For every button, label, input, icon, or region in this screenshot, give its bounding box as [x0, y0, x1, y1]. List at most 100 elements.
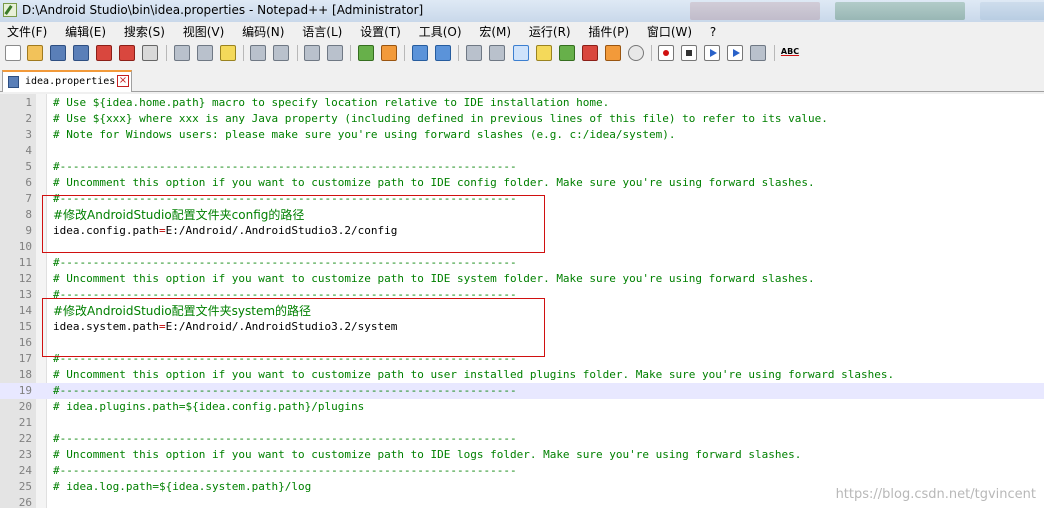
close-file-icon[interactable]	[96, 45, 112, 61]
word-wrap-icon[interactable]	[466, 45, 482, 61]
open-file-icon[interactable]	[27, 45, 43, 61]
function-list-icon[interactable]	[582, 45, 598, 61]
macro-play-icon[interactable]	[704, 45, 720, 61]
line-number: 9	[25, 224, 32, 237]
menu-macro[interactable]: 宏(M)	[472, 22, 518, 42]
cut-icon[interactable]	[174, 45, 190, 61]
toolbar-separator	[458, 45, 459, 61]
toolbar-separator	[297, 45, 298, 61]
menu-settings[interactable]: 设置(T)	[353, 22, 408, 42]
watermark: https://blog.csdn.net/tgvincent	[835, 487, 1036, 502]
code-line[interactable]: 16	[0, 335, 1044, 351]
sync-horizontal-scroll-icon[interactable]	[435, 45, 451, 61]
code-line[interactable]: 9 idea.config.path=E:/Android/.AndroidStu…	[0, 223, 1044, 239]
code-line[interactable]: 21	[0, 415, 1044, 431]
new-file-icon[interactable]	[5, 45, 21, 61]
code-line[interactable]: 1 # Use ${idea.home.path} macro to specif…	[0, 95, 1044, 111]
saved-file-icon	[8, 76, 19, 88]
line-text: # Use ${xxx} where xxx is any Java prope…	[53, 112, 828, 125]
save-all-icon[interactable]	[73, 45, 89, 61]
menu-encoding[interactable]: 编码(N)	[235, 22, 291, 42]
code-line[interactable]: 14 #修改AndroidStudio配置文件夹system的路径	[0, 303, 1044, 319]
folder-as-workspace-icon[interactable]	[605, 45, 621, 61]
print-icon[interactable]	[142, 45, 158, 61]
toolbar-separator	[404, 45, 405, 61]
macro-save-icon[interactable]	[750, 45, 766, 61]
toolbar-separator	[774, 45, 775, 61]
property-key: idea.system.path	[53, 320, 159, 333]
line-number: 22	[18, 432, 32, 445]
code-line[interactable]: 18 # Uncomment this option if you want to…	[0, 367, 1044, 383]
code-line[interactable]: 7 #--------------------------------------…	[0, 191, 1044, 207]
line-number: 16	[18, 336, 32, 349]
macro-record-icon[interactable]	[658, 45, 674, 61]
code-line[interactable]: 2 # Use ${xxx} where xxx is any Java prop…	[0, 111, 1044, 127]
line-text: #---------------------------------------…	[53, 256, 517, 269]
code-line[interactable]: 5 #--------------------------------------…	[0, 159, 1044, 175]
zoom-out-icon[interactable]	[381, 45, 397, 61]
menu-window[interactable]: 窗口(W)	[640, 22, 699, 42]
line-number: 6	[25, 176, 32, 189]
code-line[interactable]: 12 # Uncomment this option if you want to…	[0, 271, 1044, 287]
assignment-operator: =	[158, 224, 166, 237]
document-map-icon[interactable]	[559, 45, 575, 61]
paste-icon[interactable]	[220, 45, 236, 61]
line-number: 25	[18, 480, 32, 493]
undo-icon[interactable]	[250, 45, 266, 61]
line-text: # Uncomment this option if you want to c…	[53, 448, 802, 461]
code-line[interactable]: 11 #-------------------------------------…	[0, 255, 1044, 271]
code-line[interactable]: 17 #-------------------------------------…	[0, 351, 1044, 367]
code-line[interactable]: 8 #修改AndroidStudio配置文件夹config的路径	[0, 207, 1044, 223]
line-text: # Note for Windows users: please make su…	[53, 128, 676, 141]
menu-run[interactable]: 运行(R)	[522, 22, 578, 42]
monitoring-eye-icon[interactable]	[628, 45, 644, 61]
line-number: 21	[18, 416, 32, 429]
code-line[interactable]: 24 #-------------------------------------…	[0, 463, 1044, 479]
spellcheck-icon[interactable]: ABC	[780, 45, 800, 61]
tab-idea-properties[interactable]: idea.properties ×	[2, 70, 132, 92]
sync-vertical-scroll-icon[interactable]	[412, 45, 428, 61]
menu-view[interactable]: 视图(V)	[176, 22, 232, 42]
toolbar-separator	[651, 45, 652, 61]
toolbar-separator	[243, 45, 244, 61]
line-text: # idea.log.path=${idea.system.path}/log	[53, 480, 312, 493]
menu-tools[interactable]: 工具(O)	[412, 22, 469, 42]
code-line[interactable]: 13 #-------------------------------------…	[0, 287, 1044, 303]
code-line[interactable]: 10	[0, 239, 1044, 255]
editor-area[interactable]: 1 # Use ${idea.home.path} macro to specif…	[0, 94, 1044, 508]
code-line[interactable]: 23 # Uncomment this option if you want to…	[0, 447, 1044, 463]
show-all-characters-icon[interactable]	[489, 45, 505, 61]
code-line[interactable]: 15 idea.system.path=E:/Android/.AndroidSt…	[0, 319, 1044, 335]
menu-plugins[interactable]: 插件(P)	[581, 22, 636, 42]
menu-edit[interactable]: 编辑(E)	[58, 22, 113, 42]
menu-bar: 文件(F) 编辑(E) 搜索(S) 视图(V) 编码(N) 语言(L) 设置(T…	[0, 22, 1044, 42]
zoom-in-icon[interactable]	[358, 45, 374, 61]
line-text: # idea.plugins.path=${idea.config.path}/…	[53, 400, 365, 413]
code-line[interactable]: 20 # idea.plugins.path=${idea.config.path…	[0, 399, 1044, 415]
copy-icon[interactable]	[197, 45, 213, 61]
user-defined-language-icon[interactable]	[536, 45, 552, 61]
replace-icon[interactable]	[327, 45, 343, 61]
code-line[interactable]: 6 # Uncomment this option if you want to …	[0, 175, 1044, 191]
menu-search[interactable]: 搜索(S)	[117, 22, 172, 42]
close-tab-icon[interactable]: ×	[117, 75, 129, 87]
line-text: idea.system.path=E:/Android/.AndroidStud…	[53, 319, 397, 335]
code-line[interactable]: 4	[0, 143, 1044, 159]
close-all-icon[interactable]	[119, 45, 135, 61]
code-line[interactable]: 19 #-------------------------------------…	[0, 383, 1044, 399]
line-text: #---------------------------------------…	[53, 192, 517, 205]
code-line[interactable]: 3 # Note for Windows users: please make s…	[0, 127, 1044, 143]
menu-help[interactable]: ?	[703, 22, 723, 42]
find-icon[interactable]	[304, 45, 320, 61]
save-icon[interactable]	[50, 45, 66, 61]
code-line[interactable]: 22 #-------------------------------------…	[0, 431, 1044, 447]
line-number: 17	[18, 352, 32, 365]
notepadpp-app-icon	[3, 3, 17, 17]
indent-guide-icon[interactable]	[513, 45, 529, 61]
macro-stop-icon[interactable]	[681, 45, 697, 61]
redo-icon[interactable]	[273, 45, 289, 61]
macro-run-multiple-icon[interactable]	[727, 45, 743, 61]
toolbar: ABC	[0, 42, 1044, 64]
menu-file[interactable]: 文件(F)	[0, 22, 54, 42]
menu-language[interactable]: 语言(L)	[295, 22, 349, 42]
